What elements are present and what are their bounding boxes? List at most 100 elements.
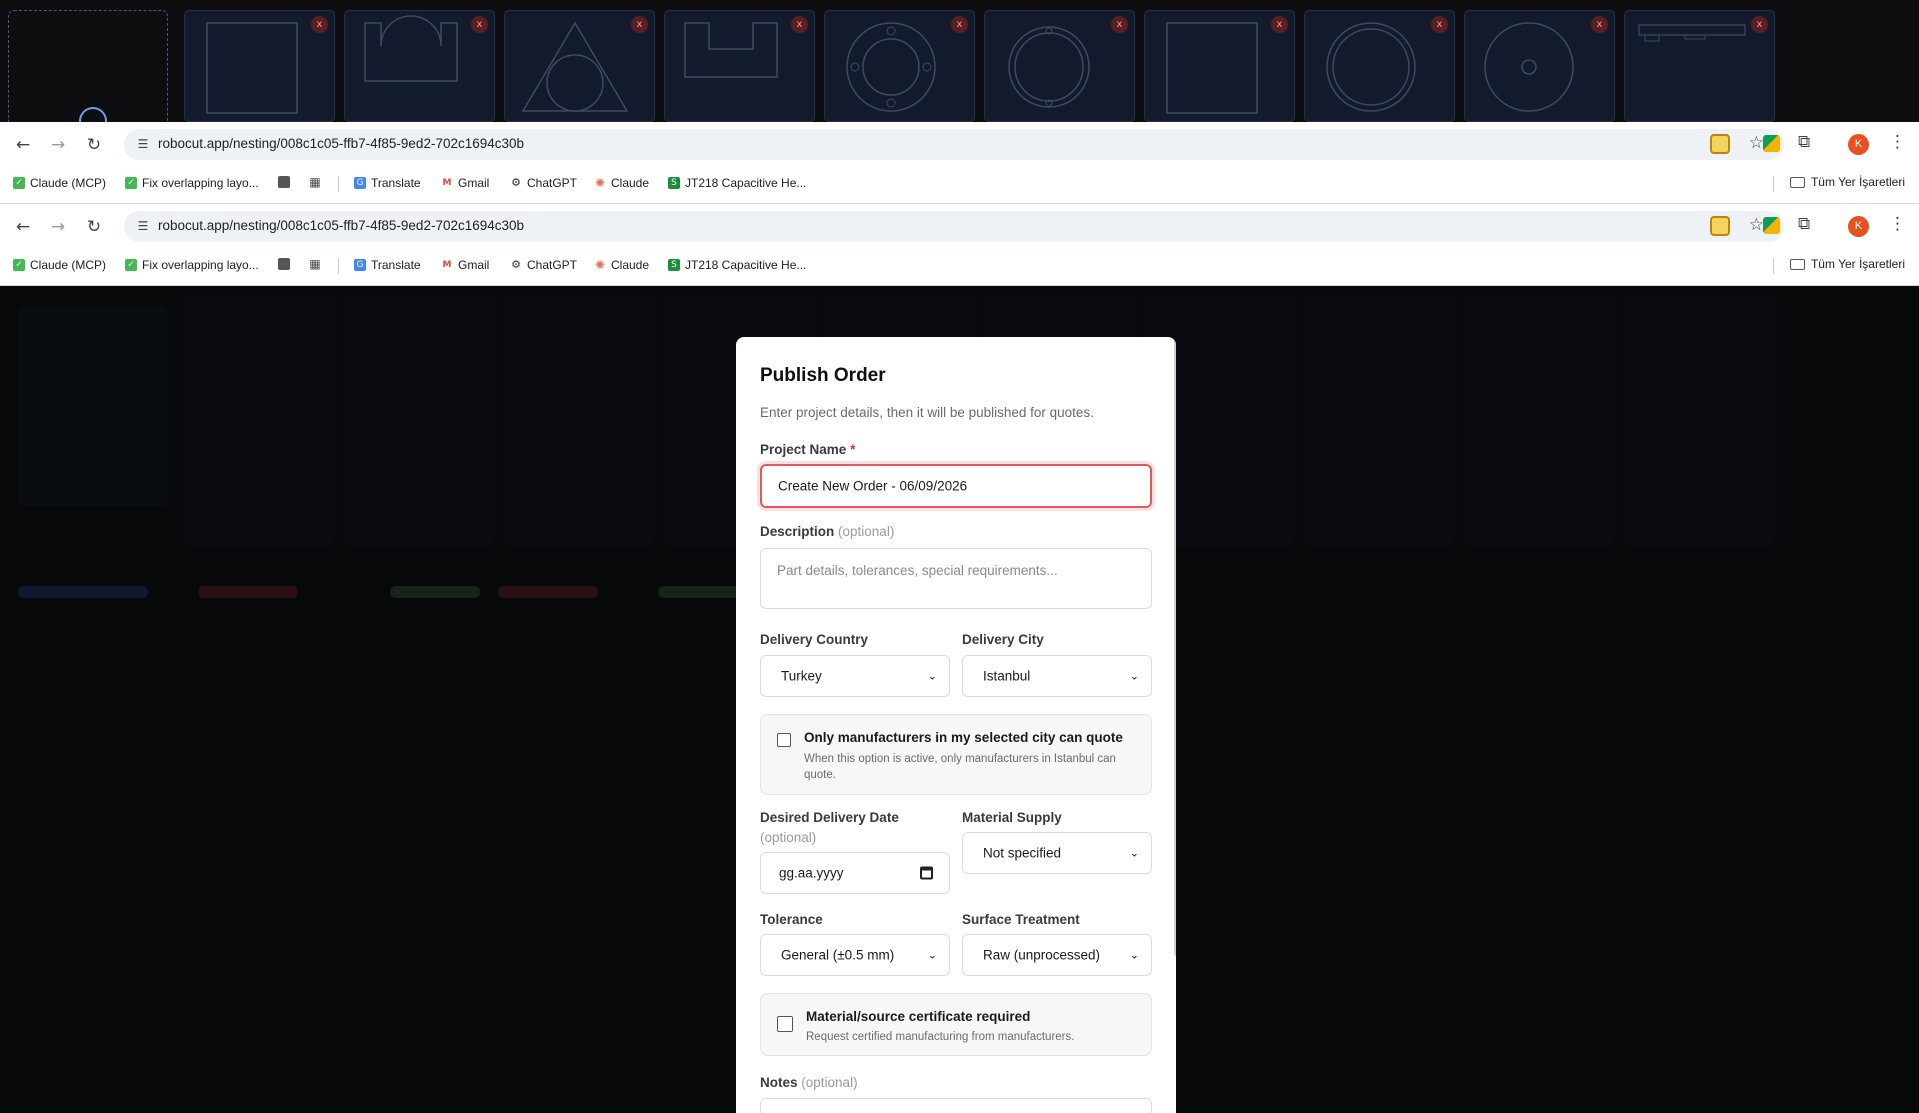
check-icon: ✓	[125, 177, 137, 189]
remove-part-button[interactable]: x	[791, 16, 808, 33]
bookmark-jt218[interactable]: S JT218 Capacitive He...	[668, 176, 806, 190]
profile-avatar[interactable]: K	[1848, 134, 1869, 155]
bookmark-star-icon[interactable]: ☆	[1749, 215, 1764, 235]
delivery-country-label: Delivery Country	[760, 632, 869, 647]
delivery-city-select[interactable]: Istanbul ⌄	[962, 655, 1152, 697]
dimmed-thumbnail	[1624, 296, 1775, 546]
reload-icon[interactable]: ↻	[83, 216, 105, 238]
forward-arrow-icon[interactable]: →	[47, 134, 69, 156]
bookmark-fix-overlapping[interactable]: ✓ Fix overlapping layo...	[125, 176, 259, 190]
surface-treatment-select[interactable]: Raw (unprocessed) ⌄	[962, 934, 1152, 976]
install-app-icon[interactable]	[1710, 134, 1730, 154]
remove-part-button[interactable]: x	[1431, 16, 1448, 33]
bookmark-dark-square[interactable]	[278, 258, 295, 270]
part-thumbnail[interactable]: x	[664, 10, 815, 122]
project-name-input[interactable]: Create New Order - 06/09/2026	[760, 464, 1152, 508]
remove-part-button[interactable]: x	[1751, 16, 1768, 33]
calendar-icon[interactable]	[920, 866, 933, 880]
remove-part-button[interactable]: x	[1271, 16, 1288, 33]
description-textarea[interactable]: Part details, tolerances, special requir…	[760, 548, 1152, 609]
bookmark-chatgpt[interactable]: ⚙ ChatGPT	[510, 258, 577, 272]
cloud-upload-icon	[79, 107, 107, 122]
dimmed-toolbar-button	[18, 586, 148, 598]
bookmark-translate[interactable]: G Translate	[354, 258, 421, 272]
bookmark-gmail[interactable]: M Gmail	[441, 176, 489, 190]
remove-part-button[interactable]: x	[471, 16, 488, 33]
menu-dots-icon[interactable]: ⋮	[1889, 132, 1906, 152]
part-thumbnail[interactable]: x	[344, 10, 495, 122]
claude-icon: ✺	[594, 176, 606, 190]
site-info-icon[interactable]: ☰	[134, 135, 152, 153]
part-thumbnail[interactable]: x	[1624, 10, 1775, 122]
back-arrow-icon[interactable]: ←	[12, 216, 34, 238]
part-thumbnail[interactable]: x	[1464, 10, 1615, 122]
puzzle-extensions-icon[interactable]: ⧉	[1798, 132, 1810, 152]
forward-arrow-icon[interactable]: →	[47, 216, 69, 238]
material-supply-select[interactable]: Not specified ⌄	[962, 832, 1152, 874]
part-thumbnail[interactable]: x	[184, 10, 335, 122]
part-thumbnail[interactable]: x	[824, 10, 975, 122]
tolerance-select[interactable]: General (±0.5 mm) ⌄	[760, 934, 950, 976]
site-info-icon[interactable]: ☰	[134, 217, 152, 235]
remove-part-button[interactable]: x	[631, 16, 648, 33]
bookmark-claude-mcp[interactable]: ✓ Claude (MCP)	[13, 176, 106, 190]
chevron-down-icon: ⌄	[1129, 948, 1139, 962]
back-arrow-icon[interactable]: ←	[12, 134, 34, 156]
bookmark-star-icon[interactable]: ☆	[1749, 133, 1764, 153]
folder-icon	[1789, 176, 1805, 188]
publish-order-dialog: Publish Order Enter project details, the…	[736, 337, 1176, 1113]
dimmed-upload-zone	[18, 306, 168, 506]
dialog-title: Publish Order	[760, 365, 886, 386]
address-bar[interactable]: ☰ robocut.app/nesting/008c1c05-ffb7-4f85…	[124, 129, 1784, 160]
browser-toolbar: ← → ↻ ☰ robocut.app/nesting/008c1c05-ffb…	[0, 204, 1919, 248]
dialog-scrollbar[interactable]	[1174, 337, 1176, 957]
part-thumbnails: x x x x x x x x x x	[184, 10, 1775, 122]
bookmark-claude[interactable]: ✺ Claude	[594, 258, 649, 272]
part-thumbnail[interactable]: x	[1144, 10, 1295, 122]
remove-part-button[interactable]: x	[311, 16, 328, 33]
parts-strip: x x x x x x x x x x	[0, 0, 1919, 122]
delivery-country-select[interactable]: Turkey ⌄	[760, 655, 950, 697]
bookmark-dark-square[interactable]	[278, 176, 295, 188]
gmail-icon: M	[441, 259, 453, 271]
remove-part-button[interactable]: x	[1591, 16, 1608, 33]
bookmark-chatgpt[interactable]: ⚙ ChatGPT	[510, 176, 577, 190]
delivery-date-input[interactable]: gg.aa.yyyy	[760, 852, 950, 894]
dimmed-toolbar-button	[658, 586, 748, 598]
bookmark-gmail[interactable]: M Gmail	[441, 258, 489, 272]
remove-part-button[interactable]: x	[1111, 16, 1128, 33]
browser-chrome: ← → ↻ ☰ robocut.app/nesting/008c1c05-ffb…	[0, 122, 1919, 204]
part-thumbnail[interactable]: x	[504, 10, 655, 122]
remove-part-button[interactable]: x	[951, 16, 968, 33]
sheets-icon: S	[668, 177, 680, 189]
extension-icon[interactable]	[1763, 217, 1780, 234]
tolerance-label: Tolerance	[760, 912, 823, 927]
part-thumbnail[interactable]: x	[1304, 10, 1455, 122]
reload-icon[interactable]: ↻	[83, 134, 105, 156]
certificate-option: Material/source certificate required Req…	[760, 993, 1152, 1056]
dimmed-thumbnail	[344, 296, 495, 546]
bookmark-claude[interactable]: ✺ Claude	[594, 176, 649, 190]
bookmark-apps-grid[interactable]: ▦	[309, 176, 326, 188]
upload-dropzone[interactable]	[8, 10, 168, 122]
city-only-description: When this option is active, only manufac…	[804, 753, 1116, 781]
all-bookmarks-folder[interactable]: Tüm Yer İşaretleri	[1789, 257, 1905, 271]
bookmark-claude-mcp[interactable]: ✓ Claude (MCP)	[13, 258, 106, 272]
part-thumbnail[interactable]: x	[984, 10, 1135, 122]
certificate-checkbox[interactable]	[777, 1016, 793, 1032]
all-bookmarks-folder[interactable]: Tüm Yer İşaretleri	[1789, 175, 1905, 189]
extension-icon[interactable]	[1763, 135, 1780, 152]
city-only-checkbox[interactable]	[777, 733, 791, 747]
profile-avatar[interactable]: K	[1848, 216, 1869, 237]
bookmark-apps-grid[interactable]: ▦	[309, 258, 326, 270]
bookmark-translate[interactable]: G Translate	[354, 176, 421, 190]
bookmark-separator	[1773, 176, 1774, 192]
puzzle-extensions-icon[interactable]: ⧉	[1798, 214, 1810, 234]
chatgpt-icon: ⚙	[511, 176, 521, 189]
notes-textarea[interactable]	[760, 1098, 1152, 1113]
install-app-icon[interactable]	[1710, 216, 1730, 236]
address-bar[interactable]: ☰ robocut.app/nesting/008c1c05-ffb7-4f85…	[124, 211, 1784, 242]
bookmark-fix-overlapping[interactable]: ✓ Fix overlapping layo...	[125, 258, 259, 272]
menu-dots-icon[interactable]: ⋮	[1889, 214, 1906, 234]
bookmark-jt218[interactable]: S JT218 Capacitive He...	[668, 258, 806, 272]
